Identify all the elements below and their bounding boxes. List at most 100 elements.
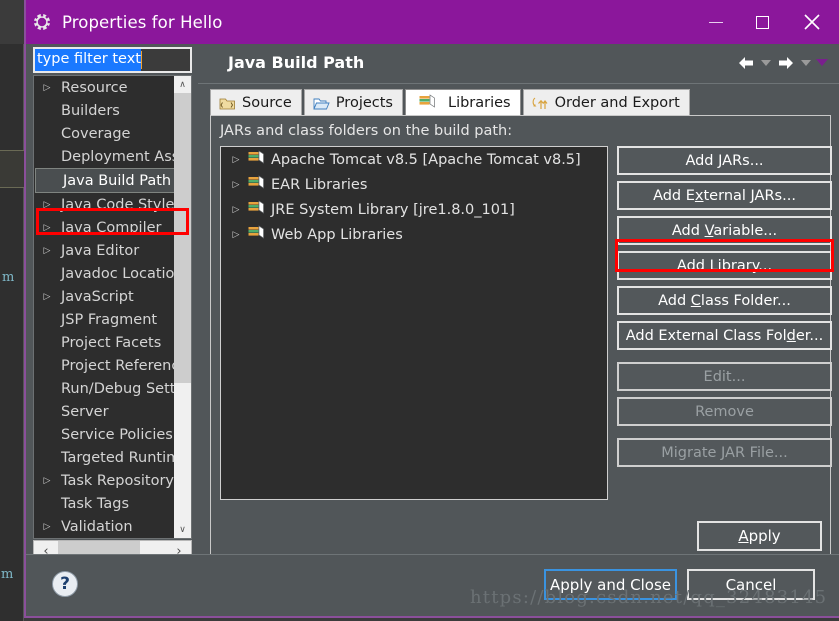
- back-arrow-icon[interactable]: [735, 50, 757, 76]
- add-external-class-folder-button[interactable]: Add External Class Folder...: [617, 321, 832, 350]
- button-label: Add Class Folder...: [658, 292, 791, 309]
- add-jars-button[interactable]: Add JARs...: [617, 146, 832, 175]
- button-label: Migrate JAR File...: [661, 444, 788, 461]
- library-books-icon: [243, 225, 271, 244]
- settings-tree[interactable]: ▷ Resource Builders Coverage Deployment Asse…: [33, 75, 192, 539]
- library-tree-item-label: Web App Libraries: [271, 226, 403, 243]
- library-books-icon: [248, 225, 264, 239]
- sidebar-item-label: Java Editor: [61, 242, 140, 259]
- settings-tree-vertical-scrollbar[interactable]: ∧ ∨: [174, 76, 191, 538]
- chevron-right-icon[interactable]: ▷: [229, 180, 243, 190]
- sidebar-item-label: Project References: [61, 357, 192, 374]
- sidebar-item-java-editor[interactable]: ▷ Java Editor: [34, 239, 191, 262]
- sidebar-item-jsp-fragment[interactable]: JSP Fragment: [34, 308, 191, 331]
- add-external-jars-button[interactable]: Add External JARs...: [617, 181, 832, 210]
- add-variable-button[interactable]: Add Variable...: [617, 216, 832, 245]
- add-class-folder-button[interactable]: Add Class Folder...: [617, 286, 832, 315]
- sidebar-item-targeted-runtimes[interactable]: Targeted Runtimes: [34, 446, 191, 469]
- sidebar-item-validation[interactable]: ▷ Validation: [34, 515, 191, 538]
- button-label: Edit...: [703, 368, 746, 385]
- filter-input[interactable]: type filter text: [33, 47, 192, 73]
- help-button[interactable]: ?: [52, 571, 78, 597]
- library-tree-item[interactable]: ▷ EAR Libraries: [221, 172, 607, 197]
- chevron-right-icon[interactable]: ▷: [40, 476, 54, 486]
- library-books-icon: [243, 200, 271, 219]
- edit-button: Edit...: [617, 362, 832, 391]
- chevron-right-icon[interactable]: ▷: [229, 205, 243, 215]
- sidebar-item-run-debug-settings[interactable]: Run/Debug Settings: [34, 377, 191, 400]
- sidebar-item-project-references[interactable]: Project References: [34, 354, 191, 377]
- chevron-right-icon[interactable]: ▷: [40, 522, 54, 532]
- sidebar-item-javascript[interactable]: ▷ JavaScript: [34, 285, 191, 308]
- sidebar-item-label: Java Build Path: [63, 172, 172, 189]
- content-header: Java Build Path: [198, 44, 839, 84]
- build-path-tabs: Source Projects Libraries Order and Export: [210, 88, 692, 116]
- sidebar-item-javadoc-location[interactable]: Javadoc Location: [34, 262, 191, 285]
- sidebar-item-label: Task Repository: [61, 472, 175, 489]
- sidebar-item-builders[interactable]: Builders: [34, 99, 191, 122]
- back-history-chevron-down-icon[interactable]: [759, 50, 773, 76]
- chevron-right-icon[interactable]: ▷: [229, 155, 243, 165]
- maximize-button[interactable]: [739, 0, 785, 44]
- sidebar-item-service-policies[interactable]: Service Policies: [34, 423, 191, 446]
- sidebar-item-java-build-path[interactable]: Java Build Path: [35, 168, 191, 193]
- settings-content-pane: Java Build Path Source Projects Librarie…: [198, 44, 839, 616]
- gear-icon: [32, 12, 52, 32]
- chevron-right-icon[interactable]: ▷: [40, 292, 54, 302]
- page-title: Java Build Path: [228, 53, 365, 72]
- library-books-icon: [419, 93, 435, 108]
- sidebar-item-label: JavaScript: [61, 288, 134, 305]
- sidebar-item-task-repository[interactable]: ▷ Task Repository: [34, 469, 191, 492]
- sidebar-item-resource[interactable]: ▷ Resource: [34, 76, 191, 99]
- source-folder-icon: [219, 98, 235, 109]
- navigation-buttons: [735, 50, 829, 76]
- cancel-button[interactable]: Cancel: [687, 569, 815, 600]
- tab-libraries[interactable]: Libraries: [404, 89, 521, 116]
- order-export-icon: [532, 97, 548, 109]
- sidebar-item-task-tags[interactable]: Task Tags: [34, 492, 191, 515]
- minimize-icon: [709, 21, 723, 23]
- add-library-button[interactable]: Add Library...: [617, 251, 832, 280]
- close-button[interactable]: [785, 0, 839, 44]
- library-books-icon: [248, 200, 264, 214]
- chevron-right-icon[interactable]: ▷: [40, 200, 54, 210]
- apply-and-close-button[interactable]: Apply and Close: [544, 569, 677, 600]
- library-tree-item[interactable]: ▷ Web App Libraries: [221, 222, 607, 247]
- chevron-right-icon[interactable]: ▷: [40, 246, 54, 256]
- sidebar-item-label: Java Compiler: [61, 219, 162, 236]
- sidebar-item-label: Service Policies: [61, 426, 173, 443]
- sidebar-item-label: Deployment Assembly: [61, 148, 191, 165]
- library-tree-item[interactable]: ▷ Apache Tomcat v8.5 [Apache Tomcat v8.5]: [221, 147, 607, 172]
- forward-history-chevron-down-icon[interactable]: [799, 50, 813, 76]
- window-title: Properties for Hello: [62, 12, 223, 32]
- sidebar-item-deployment-assembly[interactable]: Deployment Assembly: [34, 145, 191, 168]
- sidebar-item-java-compiler[interactable]: ▷ Java Compiler: [34, 216, 191, 239]
- forward-arrow-icon[interactable]: [775, 50, 797, 76]
- sidebar-item-project-facets[interactable]: Project Facets: [34, 331, 191, 354]
- text-caret: [140, 51, 142, 69]
- migrate-jar-file-button: Migrate JAR File...: [617, 438, 832, 467]
- view-menu-chevron-down-icon[interactable]: [815, 50, 829, 76]
- dialog-footer: ? Apply and Close Cancel: [26, 554, 839, 616]
- properties-dialog: Properties for Hello type filter text ▷ …: [24, 0, 839, 618]
- button-label: Add External JARs...: [653, 187, 796, 204]
- chevron-right-icon[interactable]: ▷: [229, 230, 243, 240]
- tab-projects[interactable]: Projects: [303, 89, 403, 116]
- sidebar-item-label: Server: [61, 403, 109, 420]
- apply-button[interactable]: Apply: [697, 521, 822, 551]
- sidebar-item-java-code-style[interactable]: ▷ Java Code Style: [34, 193, 191, 216]
- scrollbar-thumb[interactable]: [174, 93, 191, 383]
- minimize-button[interactable]: [693, 0, 739, 44]
- tab-source[interactable]: Source: [210, 89, 302, 116]
- chevron-right-icon[interactable]: ▷: [40, 83, 54, 93]
- library-tree-item[interactable]: ▷ JRE System Library [jre1.8.0_101]: [221, 197, 607, 222]
- chevron-right-icon[interactable]: ▷: [40, 223, 54, 233]
- scroll-up-button[interactable]: ∧: [174, 76, 191, 93]
- libraries-tree[interactable]: ▷ Apache Tomcat v8.5 [Apache Tomcat v8.5]…: [220, 146, 608, 500]
- library-books-icon: [414, 93, 442, 113]
- button-label: Add JARs...: [685, 152, 764, 169]
- scroll-down-button[interactable]: ∨: [174, 521, 191, 538]
- tab-order-and-export[interactable]: Order and Export: [522, 89, 690, 116]
- sidebar-item-server[interactable]: Server: [34, 400, 191, 423]
- sidebar-item-coverage[interactable]: Coverage: [34, 122, 191, 145]
